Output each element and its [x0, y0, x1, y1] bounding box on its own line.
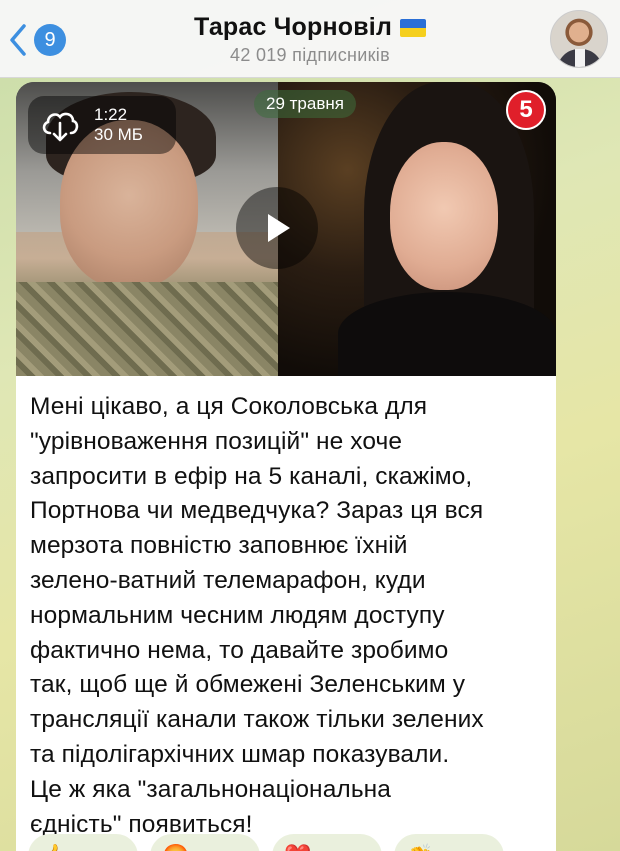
channel-info[interactable]: Тарас Чорновіл 42 019 підписників	[0, 13, 620, 66]
message-line: Це ж яка "загальнонаціональна	[30, 775, 392, 803]
message-line: фактично нема, то давайте зробимо	[30, 636, 449, 664]
message-line: так, щоб ще й обмежені Зеленським у	[30, 671, 466, 699]
reaction-angry[interactable]: 🤬	[150, 834, 260, 851]
channel-title: Тарас Чорновіл	[193, 13, 393, 41]
play-button[interactable]	[236, 187, 318, 269]
message-line: Мені цікаво, а ця Соколовська для	[30, 393, 428, 420]
message-line: зелено-ватний телемарафон, куди	[30, 566, 426, 594]
message-line: нормальним чесним людям доступу	[30, 601, 445, 629]
angry-face-icon: 🤬	[162, 843, 189, 851]
play-icon	[268, 214, 290, 242]
message-line: запросити в ефір на 5 каналі, скажімо,	[30, 462, 473, 490]
chat-header: 9 Тарас Чорновіл 42 019 підписників	[0, 0, 620, 78]
message-line: та підолігархічних шмар показували.	[30, 740, 450, 768]
clap-icon: 👏	[406, 843, 433, 851]
message-bubble: 5 1:22 30 МБ 29 травня Мені цікаво, а ця…	[16, 82, 556, 851]
reactions-row: 👍 🤬 ❤️ 👏	[28, 834, 548, 851]
video-duration: 1:22	[94, 105, 128, 124]
download-chip[interactable]: 1:22 30 МБ	[28, 96, 176, 154]
subscriber-count: 42 019 підписників	[230, 45, 390, 65]
channel-avatar[interactable]	[550, 10, 608, 68]
video-size: 30 МБ	[94, 125, 143, 144]
reaction-heart[interactable]: ❤️	[272, 834, 382, 851]
channel-logo: 5	[506, 90, 546, 130]
message-line: Портнова чи медведчука? Зараз ця вся	[30, 497, 484, 525]
message-line: "урівноваження позицій" не хоче	[30, 427, 403, 455]
message-line: трансляції канали також тільки зелених	[30, 706, 484, 734]
cloud-download-icon	[42, 112, 79, 142]
ukraine-flag-icon	[400, 18, 427, 37]
message-text: Мені цікаво, а ця Соколовська для "урівн…	[30, 390, 545, 842]
video-frame-right: 5	[278, 82, 556, 376]
thumbs-up-icon: 👍	[40, 843, 67, 851]
reaction-clap[interactable]: 👏	[394, 834, 504, 851]
reaction-thumbs-up[interactable]: 👍	[28, 834, 138, 851]
date-badge: 29 травня	[254, 90, 356, 118]
video-preview[interactable]: 5 1:22 30 МБ 29 травня	[16, 82, 556, 376]
message-line: мерзота повністю заповнює їхній	[30, 532, 408, 560]
heart-icon: ❤️	[284, 843, 311, 851]
